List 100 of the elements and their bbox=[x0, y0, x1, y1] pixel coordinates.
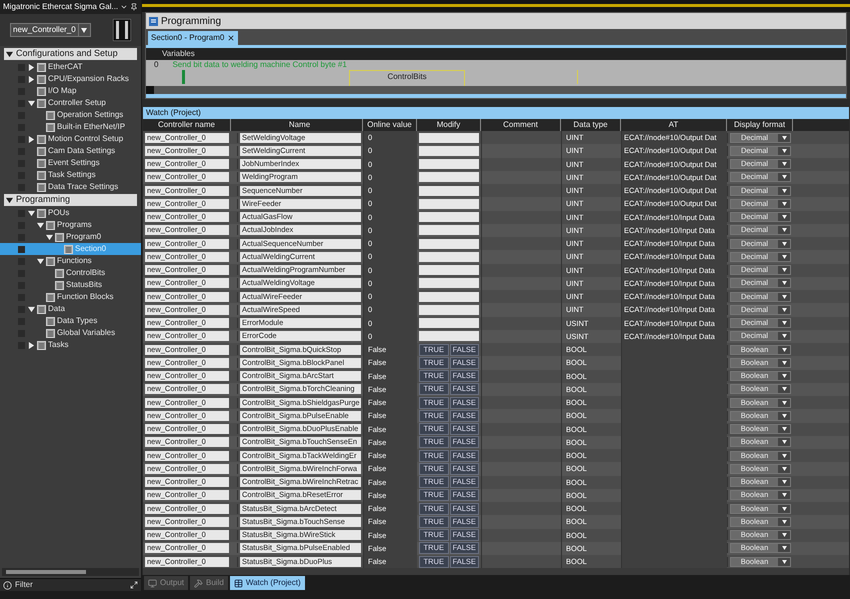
tree-item[interactable]: Data bbox=[25, 303, 65, 315]
tree-item[interactable]: ControlBits bbox=[25, 267, 106, 279]
chevron-down-icon[interactable] bbox=[120, 3, 128, 11]
caret-icon[interactable] bbox=[6, 50, 13, 58]
tree-item[interactable]: Program0 bbox=[25, 231, 102, 243]
caret-icon bbox=[782, 493, 786, 498]
modify-field[interactable] bbox=[419, 186, 479, 196]
window-title: Migatronic Ethercat Sigma Gal... bbox=[3, 1, 118, 13]
tree-item[interactable]: Data Trace Settings bbox=[25, 181, 118, 193]
rung-comment: Send bit data to welding machine Control byte #1 bbox=[172, 60, 347, 71]
caret-icon[interactable] bbox=[28, 306, 35, 312]
caret-icon[interactable] bbox=[28, 210, 35, 216]
modify-field[interactable] bbox=[419, 146, 479, 156]
caret-icon bbox=[782, 348, 786, 352]
editor-tab[interactable]: Section0 - Program0 bbox=[148, 31, 238, 45]
tree-item[interactable]: CPU/Expansion Racks bbox=[25, 73, 129, 85]
monitor-icon bbox=[148, 578, 157, 588]
caret-icon bbox=[782, 308, 786, 312]
caret-icon bbox=[81, 28, 88, 32]
modify-field[interactable] bbox=[419, 132, 479, 143]
status-square bbox=[18, 246, 25, 252]
grid-icon bbox=[37, 158, 46, 168]
caret-icon[interactable] bbox=[28, 100, 35, 106]
caret-icon bbox=[782, 546, 786, 550]
section-header[interactable]: Programming bbox=[4, 194, 137, 206]
tree-item[interactable]: Event Settings bbox=[25, 157, 100, 169]
modify-field[interactable] bbox=[419, 252, 479, 262]
tree-item[interactable]: Operation Settings bbox=[25, 109, 124, 121]
caret-icon bbox=[782, 162, 786, 166]
modify-field[interactable] bbox=[419, 265, 479, 276]
modify-field[interactable] bbox=[419, 225, 479, 236]
grid-icon bbox=[55, 268, 64, 278]
tree-item[interactable]: Data Types bbox=[25, 315, 98, 327]
caret-icon[interactable] bbox=[37, 222, 44, 228]
grid-icon bbox=[46, 122, 55, 132]
modify-field[interactable] bbox=[419, 172, 479, 182]
tree-item[interactable]: Task Settings bbox=[25, 169, 96, 181]
section-header[interactable]: Configurations and Setup bbox=[4, 48, 137, 60]
tree-item[interactable]: Function Blocks bbox=[25, 291, 114, 303]
caret-icon bbox=[782, 254, 786, 259]
caret-icon[interactable] bbox=[28, 136, 35, 142]
modify-field[interactable] bbox=[419, 159, 479, 170]
tree-item[interactable]: POUs bbox=[25, 207, 70, 219]
modify-field[interactable] bbox=[419, 318, 479, 328]
caret-icon bbox=[782, 374, 786, 378]
watch-title: Watch (Project) bbox=[143, 107, 849, 119]
scrollbar-thumb[interactable] bbox=[6, 570, 86, 574]
tree-item[interactable]: Controller Setup bbox=[25, 97, 106, 109]
grid-icon bbox=[37, 182, 46, 192]
caret-icon[interactable] bbox=[28, 76, 35, 82]
grid-icon bbox=[37, 304, 46, 314]
grid-icon bbox=[46, 292, 55, 302]
grid-icon bbox=[37, 340, 46, 350]
grid-icon bbox=[37, 170, 46, 180]
modify-field[interactable] bbox=[419, 278, 479, 288]
caret-icon bbox=[782, 202, 786, 206]
grid-icon bbox=[55, 232, 64, 242]
tree-item[interactable]: Built-in EtherNet/IP bbox=[25, 121, 126, 133]
power-rail bbox=[182, 70, 185, 84]
controller-select[interactable]: new_Controller_0 bbox=[10, 23, 91, 37]
grid-icon bbox=[64, 244, 73, 254]
modify-field[interactable] bbox=[419, 212, 479, 222]
caret-icon bbox=[782, 480, 786, 484]
modify-field[interactable] bbox=[419, 331, 479, 342]
caret-icon bbox=[782, 506, 786, 511]
tree-item[interactable]: StatusBits bbox=[25, 279, 102, 291]
tree-item[interactable]: Cam Data Settings bbox=[25, 145, 116, 157]
caret-icon bbox=[782, 400, 786, 405]
caret-icon bbox=[782, 334, 786, 338]
expand-icon[interactable] bbox=[130, 581, 138, 589]
pin-icon[interactable] bbox=[130, 3, 138, 11]
caret-icon[interactable] bbox=[6, 196, 13, 204]
grid-icon bbox=[37, 146, 46, 156]
tree-item[interactable]: EtherCAT bbox=[25, 61, 83, 73]
tree-item[interactable]: Programs bbox=[25, 219, 92, 231]
caret-icon bbox=[782, 175, 786, 180]
caret-icon bbox=[782, 242, 786, 246]
caret-icon[interactable] bbox=[28, 64, 35, 70]
caret-icon bbox=[782, 533, 786, 538]
modify-field[interactable] bbox=[419, 238, 479, 249]
tree-item[interactable]: Global Variables bbox=[25, 327, 116, 339]
caret-icon[interactable] bbox=[28, 342, 35, 348]
variables-bar[interactable]: Variables bbox=[146, 48, 846, 60]
tree-item[interactable]: I/O Map bbox=[25, 85, 76, 97]
caret-icon[interactable] bbox=[46, 234, 53, 240]
caret-icon[interactable] bbox=[37, 258, 44, 264]
hammer-icon bbox=[194, 578, 204, 588]
caret-icon bbox=[782, 148, 786, 153]
grid-icon bbox=[46, 328, 55, 338]
modify-field[interactable] bbox=[419, 292, 479, 302]
caret-icon bbox=[782, 427, 786, 432]
tree-item[interactable]: Motion Control Setup bbox=[25, 133, 124, 145]
tree-item[interactable]: Functions bbox=[25, 255, 92, 267]
controller-device-icon[interactable] bbox=[113, 19, 131, 41]
close-icon[interactable] bbox=[227, 34, 236, 42]
modify-field[interactable] bbox=[419, 304, 479, 315]
panel-tab[interactable]: Watch (Project) bbox=[230, 576, 305, 590]
modify-field[interactable] bbox=[419, 198, 479, 209]
caret-icon bbox=[782, 228, 786, 232]
tree-item[interactable]: Tasks bbox=[25, 339, 68, 351]
